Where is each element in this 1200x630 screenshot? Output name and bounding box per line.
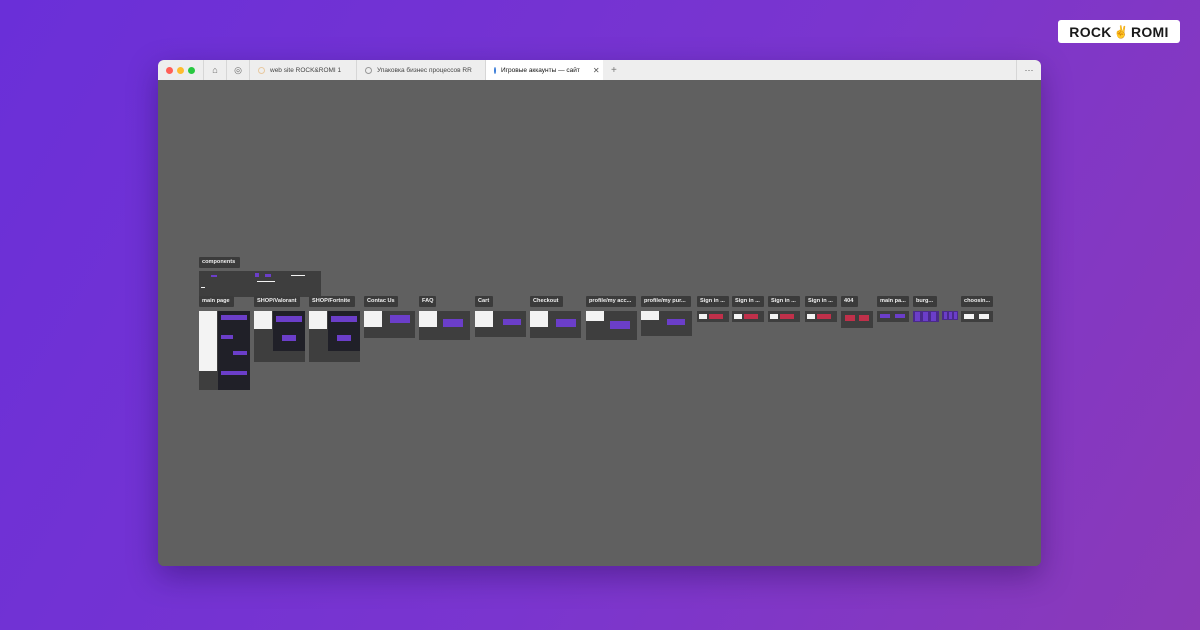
tab-favicon-icon bbox=[494, 66, 496, 74]
frame-label-sign-in-2[interactable]: Sign in ... bbox=[732, 296, 764, 307]
close-icon[interactable]: ✕ bbox=[593, 66, 600, 75]
frame-main-page-2[interactable] bbox=[877, 311, 909, 322]
maximize-window-button[interactable] bbox=[188, 66, 195, 74]
frame-cart[interactable] bbox=[475, 311, 526, 337]
frame-label-components[interactable]: components bbox=[199, 257, 240, 268]
logo-text-rock: ROCK bbox=[1069, 23, 1112, 40]
home-icon[interactable]: ⌂ bbox=[203, 60, 226, 80]
frame-components[interactable] bbox=[199, 271, 321, 297]
frame-burger[interactable] bbox=[913, 311, 939, 322]
browser-window: ⌂ ◎ web site ROCK&ROMI 1 Упаковка бизнес… bbox=[158, 60, 1041, 566]
tab-favicon-icon bbox=[258, 66, 265, 74]
frame-label-main-page[interactable]: main page bbox=[199, 296, 234, 307]
frame-main-page[interactable] bbox=[199, 311, 250, 390]
frame-label-shop-fortnite[interactable]: SHOP/Fortnite bbox=[309, 296, 355, 307]
tab-game-accounts[interactable]: Игровые аккаунты — сайт ✕ bbox=[485, 60, 603, 80]
frame-contact-us[interactable] bbox=[364, 311, 415, 338]
frame-label-sign-in-3[interactable]: Sign in ... bbox=[768, 296, 800, 307]
frame-label-sign-in-4[interactable]: Sign in ... bbox=[805, 296, 837, 307]
frame-choosing[interactable] bbox=[961, 311, 993, 322]
frame-label-profile-my-purchases[interactable]: profile/my pur... bbox=[641, 296, 691, 307]
frame-shop-fortnite[interactable] bbox=[309, 311, 360, 362]
window-controls bbox=[158, 60, 203, 80]
tab-favicon-icon bbox=[365, 66, 372, 74]
browser-titlebar: ⌂ ◎ web site ROCK&ROMI 1 Упаковка бизнес… bbox=[158, 60, 1041, 81]
frame-label-404[interactable]: 404 bbox=[841, 296, 858, 307]
globe-icon[interactable]: ◎ bbox=[226, 60, 249, 80]
tab-label: web site ROCK&ROMI 1 bbox=[270, 66, 342, 74]
frame-label-shop-valorant[interactable]: SHOP/Valorant bbox=[254, 296, 300, 307]
more-icon[interactable]: ··· bbox=[1016, 60, 1041, 80]
tab-label: Упаковка бизнес процессов RR bbox=[377, 66, 472, 74]
tab-label: Игровые аккаунты — сайт bbox=[501, 66, 580, 74]
tab-business-processes[interactable]: Упаковка бизнес процессов RR bbox=[356, 60, 485, 80]
frame-checkout[interactable] bbox=[530, 311, 581, 338]
frame-label-choosing[interactable]: choosin... bbox=[961, 296, 993, 307]
minimize-window-button[interactable] bbox=[177, 66, 184, 74]
frame-label-checkout[interactable]: Checkout bbox=[530, 296, 563, 307]
new-tab-button[interactable]: + bbox=[603, 60, 625, 80]
frame-sign-in-1[interactable] bbox=[697, 311, 729, 322]
tab-web-site[interactable]: web site ROCK&ROMI 1 bbox=[249, 60, 356, 80]
rockromi-logo: ROCK ✌ ROMI bbox=[1058, 20, 1180, 43]
frame-404[interactable] bbox=[841, 311, 873, 328]
frame-sign-in-2[interactable] bbox=[732, 311, 764, 322]
logo-text-romi: ROMI bbox=[1130, 23, 1169, 40]
frame-label-contact-us[interactable]: Contac Us bbox=[364, 296, 398, 307]
frame-profile-my-account[interactable] bbox=[586, 311, 637, 340]
frame-label-profile-my-account[interactable]: profile/my acc... bbox=[586, 296, 636, 307]
frame-label-burger[interactable]: burg... bbox=[913, 296, 937, 307]
frame-sign-in-3[interactable] bbox=[768, 311, 800, 322]
rock-hand-icon: ✌ bbox=[1113, 24, 1129, 39]
frame-label-faq[interactable]: FAQ bbox=[419, 296, 436, 307]
frame-label-main-page-2[interactable]: main pa... bbox=[877, 296, 909, 307]
frame-label-cart[interactable]: Cart bbox=[475, 296, 493, 307]
frame-label-sign-in-1[interactable]: Sign in ... bbox=[697, 296, 729, 307]
close-window-button[interactable] bbox=[166, 66, 173, 74]
frame-profile-my-purchases[interactable] bbox=[641, 311, 692, 336]
frame-faq[interactable] bbox=[419, 311, 470, 340]
frame-sign-in-4[interactable] bbox=[805, 311, 837, 322]
frame-shop-valorant[interactable] bbox=[254, 311, 305, 362]
frame-burger-small[interactable] bbox=[942, 311, 958, 320]
